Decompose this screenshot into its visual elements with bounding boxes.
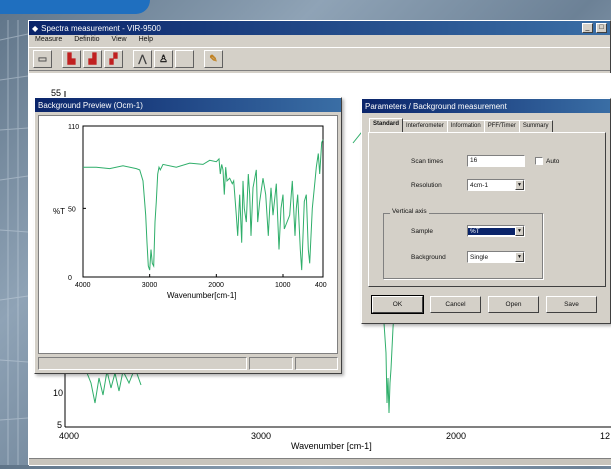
preview-y-tick-50: 50 <box>68 206 76 213</box>
background-label: Background <box>411 253 446 261</box>
settings-icon: ✎ <box>209 53 218 65</box>
preview-footer <box>38 357 338 370</box>
corner-tab <box>0 0 150 14</box>
preview-x-label: Wavenumber[cm-1] <box>167 291 237 300</box>
main-x-tick-2000: 2000 <box>446 431 466 441</box>
dialog-buttons: OK Cancel Open Save <box>371 295 597 314</box>
preview-footer-cell-1 <box>38 357 248 370</box>
background-value: Single <box>470 253 489 261</box>
menu-definition[interactable]: Definitio <box>74 36 99 46</box>
preview-plot-frame <box>82 125 324 278</box>
main-y-tick-5: 5 <box>57 420 62 430</box>
minimize-icon[interactable]: _ <box>582 23 593 33</box>
preview-y-tick-110: 110 <box>68 124 79 131</box>
vertical-axis-label: Vertical axis <box>390 208 429 215</box>
param-tabs: Standard Interferometer Information PFF/… <box>369 118 553 132</box>
background-preview-window: Background Preview (Ocm-1) 4000 3000 2000 1… <box>34 97 342 374</box>
peak-pick-icon: ♙ <box>159 53 168 65</box>
sample-label: Sample <box>411 227 434 235</box>
main-y-tick-10: 10 <box>53 388 63 398</box>
preview-y-tick-0: 0 <box>68 275 72 282</box>
preview-window-title: Background Preview (Ocm-1) <box>38 100 143 110</box>
resolution-dropdown-icon[interactable]: ▼ <box>515 180 524 190</box>
measure-background-icon: ▟ <box>88 53 97 65</box>
chart-icon: ⋀ <box>138 53 147 65</box>
scan-times-row: Scan times 16 Auto <box>411 155 559 167</box>
main-titlebar[interactable]: ◆ Spectra measurement - VIR-9500 _ □ <box>29 21 610 35</box>
background-dropdown-icon[interactable]: ▼ <box>515 252 524 262</box>
background-select[interactable]: Single ▼ <box>467 251 525 263</box>
scan-times-input[interactable]: 16 <box>467 155 525 167</box>
resolution-value: 4cm-1 <box>470 181 489 189</box>
preview-titlebar[interactable]: Background Preview (Ocm-1) <box>35 98 341 112</box>
tab-standard[interactable]: Standard <box>369 118 404 132</box>
param-titlebar[interactable]: Parameters / Background measurement <box>362 99 610 113</box>
preview-spectrum-line <box>83 139 324 271</box>
open-button[interactable]: ▭ <box>33 50 52 68</box>
main-x-tick-3000: 3000 <box>251 431 271 441</box>
status-bar <box>29 458 611 465</box>
sample-dropdown-icon[interactable]: ▼ <box>515 226 524 236</box>
auto-checkbox[interactable] <box>535 157 543 165</box>
sample-row: Sample %T ▼ <box>411 225 525 237</box>
ok-button[interactable]: OK <box>371 295 424 314</box>
maximize-icon[interactable]: □ <box>596 23 607 33</box>
preview-x-tick-400: 400 <box>315 282 327 289</box>
app-icon: ◆ <box>32 23 39 33</box>
measure-continuous-button[interactable]: ▞ <box>104 50 123 68</box>
menu-bar: Measure Definitio View Help <box>29 35 610 47</box>
save-button[interactable]: Save <box>546 296 597 313</box>
measure-sample-button[interactable]: ▙ <box>62 50 81 68</box>
main-window-title: Spectra measurement - VIR-9500 <box>41 23 161 33</box>
resolution-row: Resolution 4cm-1 ▼ <box>411 179 525 191</box>
menu-view[interactable]: View <box>112 36 127 46</box>
preview-footer-cell-3 <box>294 357 338 370</box>
scan-times-label: Scan times <box>411 157 444 165</box>
toolbar: ▭ ▙ ▟ ▞ ⋀ ♙ ✎ <box>29 47 610 71</box>
cancel-button[interactable]: Cancel <box>430 296 481 313</box>
main-spectrum-fragment-mid <box>383 312 395 414</box>
vertical-axis-group: Vertical axis <box>383 208 543 279</box>
menu-help[interactable]: Help <box>139 36 153 46</box>
tab-interferometer[interactable]: Interferometer <box>402 120 448 132</box>
chart-button[interactable]: ⋀ <box>133 50 152 68</box>
peak-pick-button[interactable]: ♙ <box>154 50 173 68</box>
main-x-tick-12: 12 <box>600 431 610 441</box>
menu-measure[interactable]: Measure <box>35 36 62 46</box>
standard-tab-panel: Scan times 16 Auto Resolution 4cm-1 ▼ Ve… <box>368 132 606 287</box>
parameters-dialog: Parameters / Background measurement Stan… <box>361 98 611 324</box>
main-x-tick-4000: 4000 <box>59 431 79 441</box>
preview-x-tick-3000: 3000 <box>142 282 158 289</box>
tab-pff-timer[interactable]: PFF/Timer <box>483 120 520 132</box>
preview-spectrum-chart: 4000 3000 2000 1000 400050110 %T Wavenumber[… <box>53 124 327 300</box>
preview-y-label: %T <box>53 207 65 216</box>
open-file-button[interactable]: Open <box>488 296 539 313</box>
tab-information[interactable]: Information <box>446 120 485 132</box>
tab-summary[interactable]: Summary <box>518 120 553 132</box>
preview-x-tick-1000: 1000 <box>275 282 291 289</box>
preview-x-tick-4000: 4000 <box>75 282 91 289</box>
main-x-label: Wavenumber [cm-1] <box>291 441 372 451</box>
resolution-select[interactable]: 4cm-1 ▼ <box>467 179 525 191</box>
preview-x-tick-2000: 2000 <box>208 282 224 289</box>
auto-label: Auto <box>546 157 560 165</box>
blank-button[interactable] <box>175 50 194 68</box>
preview-plot-area[interactable]: 4000 3000 2000 1000 400 0 50 110 %T Wavenumber[… <box>38 115 338 354</box>
resolution-label: Resolution <box>411 181 442 189</box>
sample-value: %T <box>468 227 515 235</box>
param-dialog-title: Parameters / Background measurement <box>365 101 507 111</box>
measure-sample-icon: ▙ <box>67 53 76 65</box>
background-row: Background Single ▼ <box>411 251 525 263</box>
sample-select[interactable]: %T ▼ <box>467 225 525 237</box>
settings-button[interactable]: ✎ <box>204 50 223 68</box>
preview-footer-cell-2 <box>249 357 293 370</box>
open-icon: ▭ <box>37 53 48 65</box>
measure-background-button[interactable]: ▟ <box>83 50 102 68</box>
measure-continuous-icon: ▞ <box>109 53 118 65</box>
